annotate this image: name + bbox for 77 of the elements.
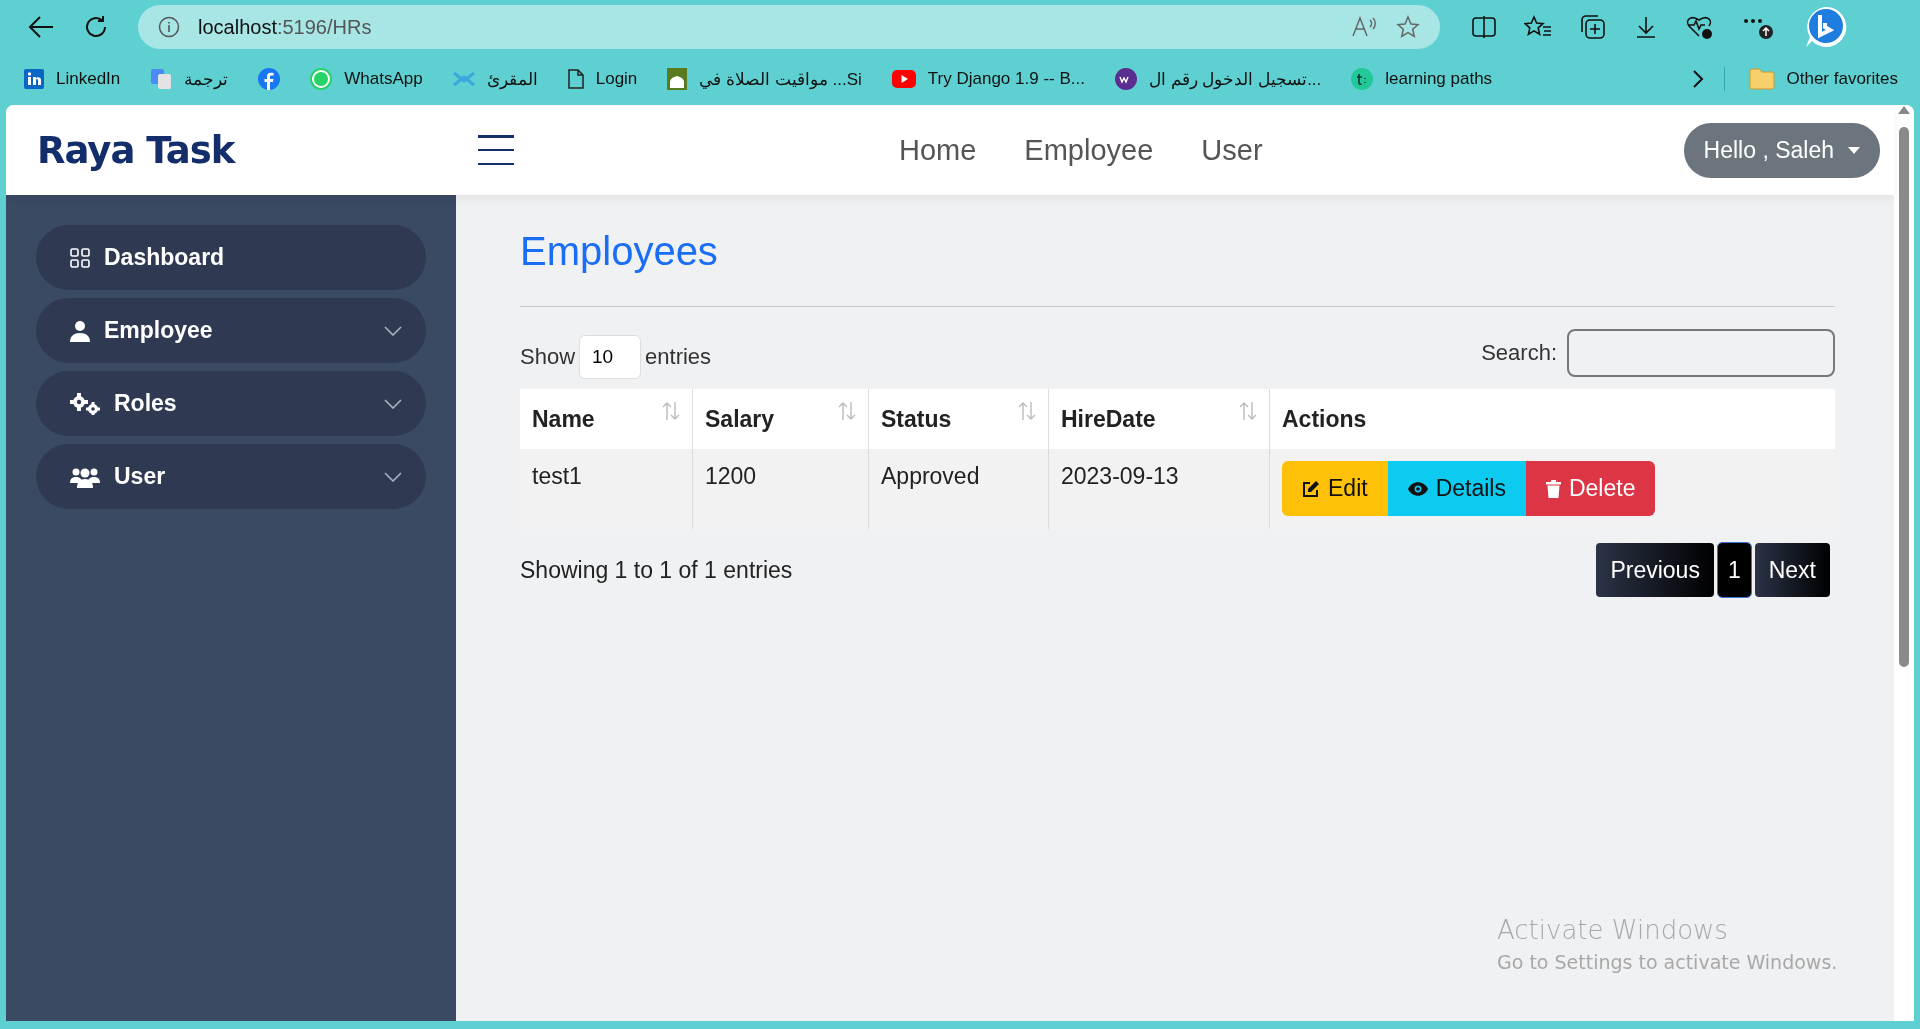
search-field[interactable]: [1567, 329, 1835, 377]
nav-link[interactable]: User: [1201, 133, 1263, 167]
nav-link[interactable]: Home: [899, 133, 977, 167]
table-cell: 2023-09-13: [1048, 449, 1270, 529]
edit-button[interactable]: Edit: [1282, 461, 1388, 516]
activation-title: Activate Windows: [1497, 915, 1729, 945]
scrollbar-thumb[interactable]: [1899, 127, 1909, 667]
facebook-icon: [258, 68, 281, 90]
bookmark-link[interactable]: LinkedIn: [20, 65, 135, 93]
sidebar-item[interactable]: Employee: [36, 298, 426, 363]
table-cell: 1200: [692, 449, 869, 529]
entries-label: entries: [645, 344, 712, 370]
bookmark-link[interactable]: تسجيل الدخول رقم ال...: [1110, 64, 1336, 94]
person-icon: [70, 319, 90, 342]
split-screen-icon[interactable]: [1472, 16, 1496, 38]
grid-icon: [70, 247, 90, 268]
gears-icon: [70, 392, 100, 415]
reload-icon: [84, 15, 108, 39]
bookmark-link[interactable]: Login: [563, 65, 652, 93]
whatsapp-icon: [310, 68, 333, 90]
book-stand-icon: [452, 70, 475, 88]
column-header[interactable]: HireDate: [1048, 389, 1270, 449]
favorites-icon[interactable]: [1524, 15, 1552, 39]
bookmark-link[interactable]: WhatsApp: [306, 64, 437, 94]
sidebar-item[interactable]: Dashboard: [36, 225, 426, 290]
eye-icon: [1407, 481, 1428, 496]
search-label: Search:: [1481, 340, 1557, 366]
bookmark-link[interactable]: learning paths: [1347, 64, 1507, 94]
activation-message: Go to Settings to activate Windows.: [1497, 951, 1838, 973]
page-button[interactable]: Next: [1754, 543, 1830, 597]
read-aloud-icon[interactable]: [1352, 16, 1378, 38]
trash-icon: [1545, 479, 1561, 498]
column-header: Actions: [1269, 389, 1835, 449]
chat-logo-icon[interactable]: [1804, 5, 1848, 49]
translate-icon: [150, 68, 173, 90]
column-header[interactable]: Status: [868, 389, 1049, 449]
brand-title[interactable]: Raya Task: [6, 128, 456, 172]
linkedin-icon: [24, 69, 44, 89]
delete-button[interactable]: Delete: [1525, 461, 1656, 516]
chevron-right-icon[interactable]: [1691, 69, 1704, 89]
folder-icon: [1748, 68, 1775, 90]
youtube-icon: [891, 70, 916, 88]
sidebar-item[interactable]: User: [36, 444, 426, 509]
heart-pulse-icon[interactable]: [1686, 14, 1714, 40]
star-icon[interactable]: [1396, 15, 1420, 39]
user-menu-button[interactable]: Hello , Saleh: [1683, 122, 1880, 178]
table-cell: test1: [520, 449, 693, 529]
menu-button[interactable]: [478, 135, 514, 165]
bookmark-link[interactable]: ترجمة: [146, 64, 243, 94]
bookmark-link[interactable]: Try Django 1.9 -- B...: [887, 65, 1099, 93]
mosque-icon: [667, 68, 688, 90]
scroll-up-icon[interactable]: [1898, 105, 1910, 115]
page-button[interactable]: Previous: [1596, 543, 1714, 597]
arrow-left-icon: [28, 16, 54, 38]
collections-icon[interactable]: [1580, 14, 1606, 40]
logo-icon: [1351, 68, 1374, 90]
page-icon: [567, 69, 584, 89]
info-icon: [158, 16, 180, 38]
column-header[interactable]: Name: [520, 389, 693, 449]
bookmark-link[interactable]: مواقيت الصلاة في ...Si: [663, 64, 876, 94]
column-header[interactable]: Salary: [692, 389, 869, 449]
address-bar[interactable]: localhost:5196/HRs: [138, 5, 1440, 49]
sidebar-item[interactable]: Roles: [36, 371, 426, 436]
page-button[interactable]: 1: [1717, 543, 1751, 597]
table-info: Showing 1 to 1 of 1 entries: [520, 556, 793, 584]
url-text: localhost:5196/HRs: [198, 15, 373, 39]
bookmark-link[interactable]: المقرئ: [448, 64, 552, 94]
details-button[interactable]: Details: [1387, 461, 1526, 516]
download-icon[interactable]: [1634, 15, 1658, 39]
edit-icon: [1302, 479, 1320, 498]
entries-select[interactable]: 10: [579, 335, 642, 379]
page-title: Employees: [520, 229, 719, 275]
bookmark-folder[interactable]: Other favorites: [1744, 64, 1898, 94]
table-cell: Approved: [868, 449, 1049, 529]
nav-link[interactable]: Employee: [1024, 133, 1154, 167]
logo-icon: [1114, 68, 1137, 90]
show-label: Show: [520, 344, 576, 370]
